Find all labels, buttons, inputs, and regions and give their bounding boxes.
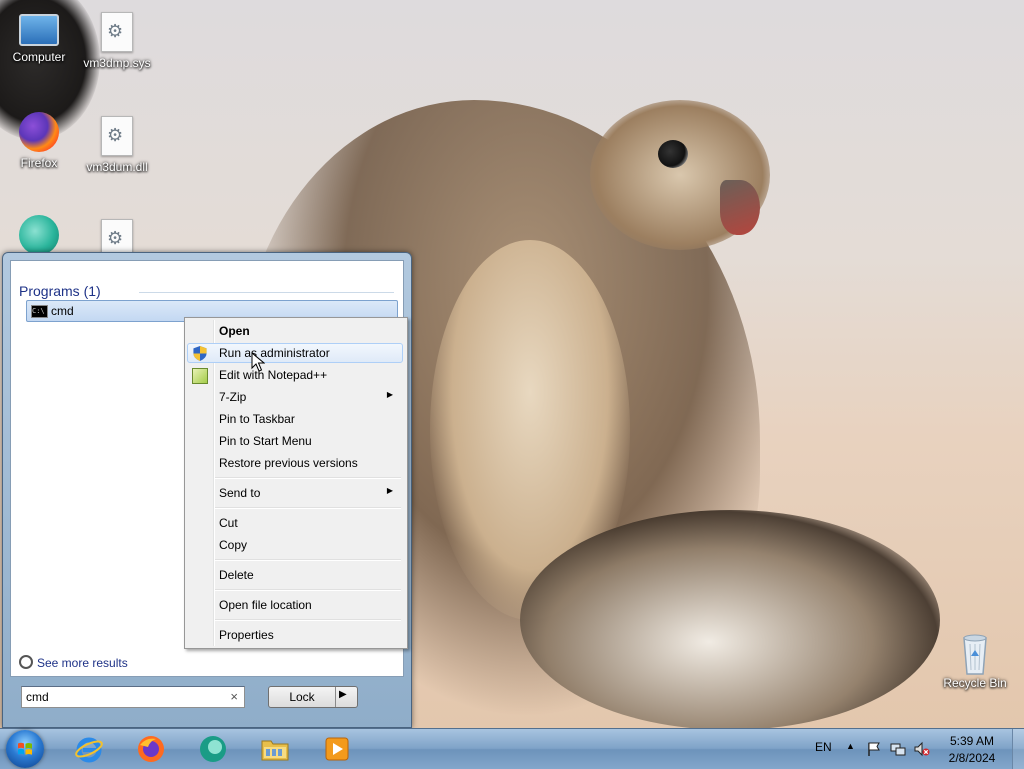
file-explorer-icon (261, 740, 289, 761)
menu-item-label: Pin to Start Menu (219, 434, 312, 448)
desktop-icon-firefox[interactable]: Firefox (1, 112, 77, 170)
menu-item-7-zip[interactable]: 7-Zip ▶ (187, 387, 403, 407)
volume-muted-icon[interactable] (914, 741, 930, 757)
menu-item-pin-to-start-menu[interactable]: Pin to Start Menu (187, 431, 403, 451)
system-file-icon (101, 12, 133, 52)
context-menu: Open Run as administrator Edit with Note… (184, 317, 408, 649)
desktop-icon-label: Firefox (20, 156, 58, 170)
menu-item-send-to[interactable]: Send to ▶ (187, 483, 403, 503)
menu-separator (215, 589, 401, 591)
desktop-icon-recycle-bin[interactable]: Recycle Bin (937, 632, 1013, 690)
taskbar-file-explorer[interactable] (248, 731, 302, 767)
menu-separator (215, 559, 401, 561)
firefox-icon (138, 736, 164, 762)
menu-item-open-file-location[interactable]: Open file location (187, 595, 403, 615)
windows-logo-icon (18, 742, 32, 755)
programs-section-title: Programs (1) (19, 283, 393, 299)
taskbar-firefox[interactable] (124, 731, 178, 767)
menu-item-properties[interactable]: Properties (187, 625, 403, 645)
menu-item-label: Delete (219, 568, 254, 582)
show-desktop-button[interactable] (1012, 729, 1024, 769)
menu-item-label: Run as administrator (219, 346, 330, 360)
see-more-label: See more results (37, 656, 128, 670)
power-options-arrow-icon[interactable]: ▶ (339, 689, 347, 700)
mouse-cursor-icon (251, 352, 265, 372)
desktop-icon-label: Recycle Bin (943, 676, 1007, 690)
menu-item-run-as-administrator[interactable]: Run as administrator (187, 343, 403, 363)
recycle-bin-icon (955, 632, 995, 675)
search-result-label: cmd (51, 304, 74, 318)
taskbar-app[interactable] (186, 731, 240, 767)
menu-item-label: Properties (219, 628, 274, 642)
desktop-icon-computer[interactable]: Computer (1, 10, 77, 64)
menu-separator (215, 477, 401, 479)
clock-date: 2/8/2024 (948, 751, 996, 765)
desktop-icon-vm3dmp-sys[interactable]: vm3dmp.sys (79, 12, 155, 70)
clock-time: 5:39 AM (949, 734, 995, 748)
action-center-flag-icon[interactable] (866, 741, 882, 757)
menu-item-label: Open (219, 324, 250, 338)
power-button-label: Lock (289, 690, 315, 704)
menu-item-open[interactable]: Open (187, 321, 403, 341)
internet-explorer-icon (75, 737, 103, 763)
start-search-box[interactable]: × (21, 686, 245, 708)
show-hidden-icons-icon[interactable]: ▲ (846, 741, 855, 751)
desktop-icon-label: Computer (12, 50, 66, 64)
menu-item-label: Restore previous versions (219, 456, 358, 470)
network-icon[interactable] (890, 741, 906, 757)
menu-item-label: Cut (219, 516, 238, 530)
desktop-icon-label: vm3dmp.sys (83, 56, 151, 70)
see-more-results-link[interactable]: See more results (19, 653, 128, 670)
power-button-divider (335, 687, 336, 707)
app-icon (19, 215, 59, 255)
desktop-icon-label: vm3dum.dll (86, 160, 148, 174)
command-prompt-icon: C:\ (31, 305, 48, 318)
language-indicator[interactable]: EN (815, 740, 832, 754)
start-search-input[interactable] (22, 687, 220, 707)
dll-file-icon (101, 116, 133, 156)
power-button[interactable]: Lock ▶ (268, 686, 358, 708)
taskbar: EN ▲ 5:39 AM 2/8/2024 (0, 728, 1024, 769)
menu-item-label: Pin to Taskbar (219, 412, 295, 426)
menu-item-label: Send to (219, 486, 261, 500)
desktop-icon-vm3dum-dll[interactable]: vm3dum.dll (79, 116, 155, 174)
uac-shield-icon (193, 346, 207, 361)
menu-item-cut[interactable]: Cut (187, 513, 403, 533)
computer-icon (19, 14, 59, 46)
app-icon (200, 736, 226, 762)
menu-item-delete[interactable]: Delete (187, 565, 403, 585)
menu-item-label: Open file location (219, 598, 312, 612)
firefox-icon (19, 112, 59, 152)
wallpaper-falcon-beak (720, 180, 760, 235)
taskbar-clock[interactable]: 5:39 AM 2/8/2024 (940, 733, 1004, 767)
wallpaper-prey (520, 510, 940, 728)
menu-item-label: 7-Zip (219, 390, 247, 404)
submenu-arrow-icon: ▶ (386, 390, 393, 399)
clear-search-icon[interactable]: × (230, 689, 238, 704)
menu-item-pin-to-taskbar[interactable]: Pin to Taskbar (187, 409, 403, 429)
notepad-plus-plus-icon (192, 368, 208, 384)
submenu-arrow-icon: ▶ (386, 486, 393, 495)
start-button[interactable] (6, 730, 44, 768)
taskbar-internet-explorer[interactable] (62, 731, 116, 767)
menu-item-restore-previous-versions[interactable]: Restore previous versions (187, 453, 403, 473)
menu-item-copy[interactable]: Copy (187, 535, 403, 555)
menu-item-edit-with-notepad-plus-plus[interactable]: Edit with Notepad++ (187, 365, 403, 385)
wallpaper-falcon-eye (658, 140, 688, 168)
media-player-icon (325, 737, 349, 761)
menu-item-label: Copy (219, 538, 248, 552)
menu-separator (215, 507, 401, 509)
taskbar-media-player[interactable] (310, 731, 364, 767)
search-icon (19, 655, 33, 669)
menu-item-label: Edit with Notepad++ (219, 368, 328, 382)
menu-separator (215, 619, 401, 621)
